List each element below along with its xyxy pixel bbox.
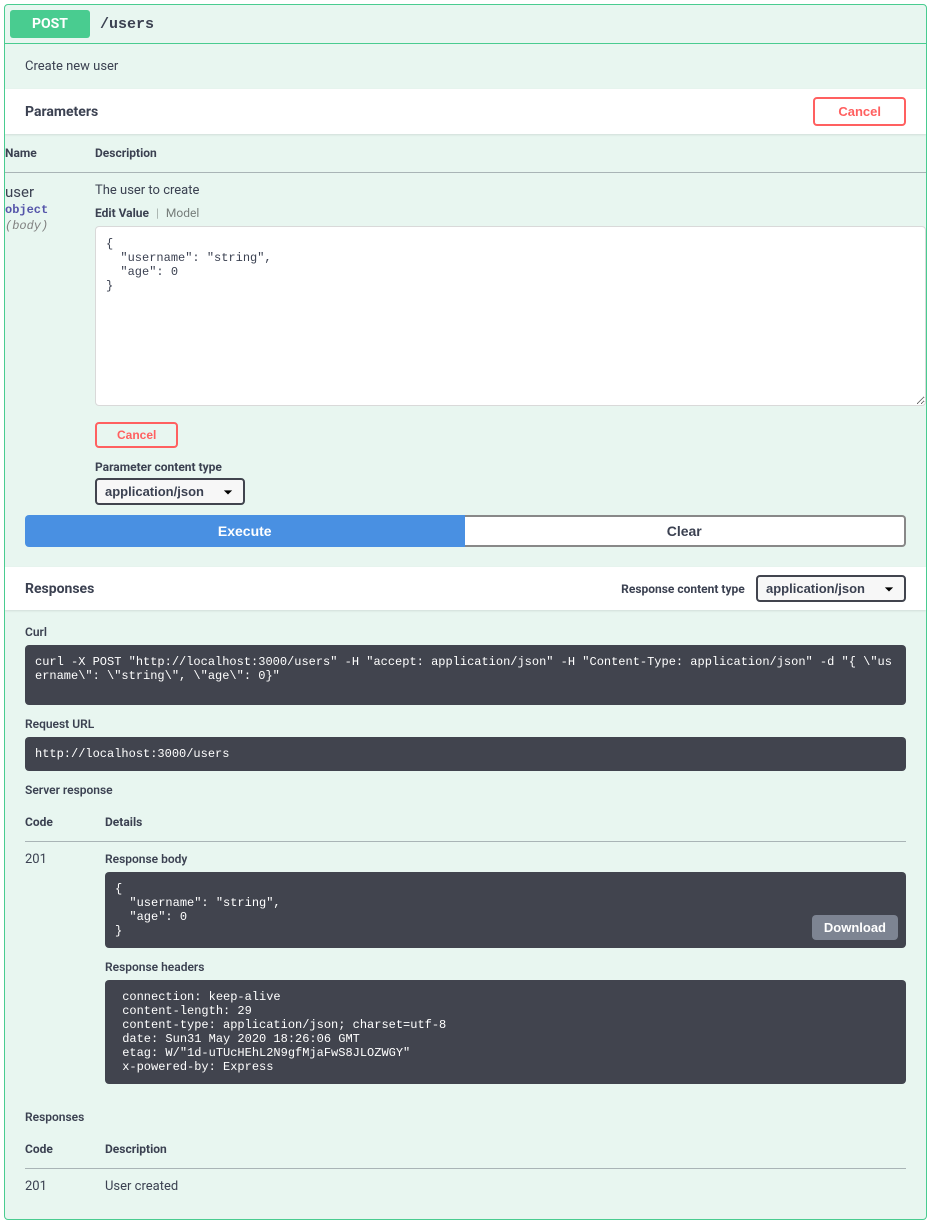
documented-response-row: 201 User created [25,1169,906,1205]
parameter-row: user object (body) The user to create Ed… [5,173,926,516]
endpoint-path: /users [90,16,164,33]
parameters-table: Name Description user object (body) The … [5,134,926,515]
param-in: (body) [5,219,95,233]
documented-responses-table: Code Description 201 User created [25,1130,906,1204]
documented-responses-label: Responses [25,1110,906,1124]
param-content-type-label: Parameter content type [95,460,926,474]
col-name-header: Name [5,134,95,173]
col-description-header: Description [95,134,926,173]
col-code-header: Code [25,803,105,842]
param-cancel-button[interactable]: Cancel [95,422,178,448]
param-type: object [5,201,95,219]
param-description: The user to create [95,183,926,198]
parameters-heading: Parameters [25,104,98,120]
col-code-header-doc: Code [25,1130,105,1169]
curl-label: Curl [25,625,906,639]
tab-model[interactable]: Model [166,206,199,220]
opblock-post: POST /users Create new user Parameters C… [4,4,927,1220]
col-description-header-doc: Description [105,1130,906,1169]
documented-response-description: User created [105,1169,906,1205]
responses-inner: Curl curl -X POST "http://localhost:3000… [5,610,926,1219]
body-param-textarea[interactable] [95,226,926,406]
execute-button[interactable]: Execute [25,515,465,547]
parameters-header: Parameters Cancel [5,89,926,134]
param-tabs: Edit Value | Model [95,206,926,220]
opblock-summary[interactable]: POST /users [5,5,926,44]
responses-heading: Responses [25,581,94,597]
documented-response-code: 201 [25,1169,105,1205]
response-headers-label: Response headers [105,960,906,974]
execute-bar: Execute Clear [5,515,926,567]
response-body-label: Response body [105,852,906,866]
method-badge: POST [10,10,90,38]
response-body-block[interactable]: { "username": "string", "age": 0 }Downlo… [105,872,906,948]
cancel-tryout-button[interactable]: Cancel [813,97,906,126]
live-response-code: 201 [25,842,105,1107]
tab-edit-value[interactable]: Edit Value [95,206,149,220]
response-content-type-select[interactable]: application/json [756,575,906,602]
response-content-type-label: Response content type [621,582,745,596]
param-content-type-select[interactable]: application/json [95,478,245,505]
server-response-table: Code Details 201 Response body { "userna… [25,803,906,1106]
clear-button[interactable]: Clear [465,515,907,547]
request-url-label: Request URL [25,717,906,731]
server-response-label: Server response [25,783,906,797]
param-name: user [5,183,95,201]
col-details-header: Details [105,803,906,842]
response-headers-block[interactable]: connection: keep-alive content-length: 2… [105,980,906,1084]
live-response-row: 201 Response body { "username": "string"… [25,842,906,1107]
request-url-block[interactable]: http://localhost:3000/users [25,737,906,771]
curl-block[interactable]: curl -X POST "http://localhost:3000/user… [25,645,906,705]
download-button[interactable]: Download [812,915,898,940]
opblock-description: Create new user [5,44,926,89]
responses-header: Responses Response content type applicat… [5,567,926,610]
